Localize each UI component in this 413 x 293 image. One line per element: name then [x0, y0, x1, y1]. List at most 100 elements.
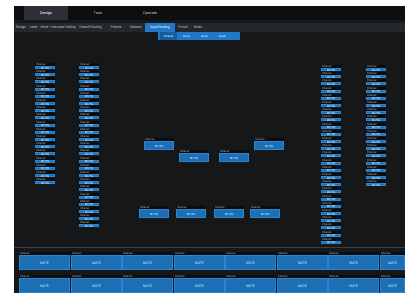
- mute-button[interactable]: MUTE: [79, 130, 99, 134]
- channel-tile[interactable]: Channel MUTE: [35, 163, 55, 170]
- ribbon-tab-preset[interactable]: Preset: [175, 23, 191, 32]
- mute-button[interactable]: MUTE: [366, 132, 386, 136]
- mute-button[interactable]: MUTE: [35, 181, 55, 185]
- channel-tile[interactable]: Channel MUTE: [35, 63, 55, 70]
- mute-button[interactable]: MUTE: [71, 278, 122, 293]
- channel-tile[interactable]: Channel MUTE: [366, 93, 386, 100]
- channel-tile[interactable]: Channel MUTE: [321, 108, 341, 115]
- channel-tile[interactable]: Channel MUTE: [79, 120, 99, 127]
- mute-button[interactable]: MUTE: [35, 102, 55, 106]
- channel-tile[interactable]: Channel MUTE: [277, 252, 328, 270]
- channel-tile[interactable]: Channel MUTE: [214, 206, 244, 218]
- channel-tile[interactable]: Channel MUTE: [79, 156, 99, 163]
- channel-tile[interactable]: Channel MUTE: [321, 93, 341, 100]
- ribbon-tab-label[interactable]: Label: [28, 23, 39, 32]
- channel-tile[interactable]: Channel MUTE: [277, 275, 328, 293]
- mute-button[interactable]: MUTE: [321, 183, 341, 187]
- mute-button[interactable]: MUTE: [366, 68, 386, 72]
- channel-tile[interactable]: Channel MUTE: [71, 275, 122, 293]
- mute-button[interactable]: MUTE: [174, 278, 225, 293]
- channel-tile[interactable]: Channel MUTE: [79, 106, 99, 113]
- mute-button[interactable]: MUTE: [79, 73, 99, 77]
- mute-button[interactable]: MUTE: [79, 145, 99, 149]
- mute-button[interactable]: MUTE: [366, 140, 386, 144]
- channel-tile[interactable]: Channel MUTE: [79, 135, 99, 142]
- mute-button[interactable]: MUTE: [366, 75, 386, 79]
- channel-tile[interactable]: Channel MUTE: [79, 192, 99, 199]
- mute-button[interactable]: MUTE: [321, 140, 341, 144]
- channel-tile[interactable]: Channel MUTE: [35, 91, 55, 98]
- channel-tile[interactable]: Channel MUTE: [35, 127, 55, 134]
- mute-button[interactable]: MUTE: [366, 89, 386, 93]
- mute-button[interactable]: MUTE: [277, 278, 328, 293]
- mute-button[interactable]: MUTE: [35, 145, 55, 149]
- mute-button[interactable]: MUTE: [35, 66, 55, 70]
- mute-button[interactable]: MUTE: [366, 104, 386, 108]
- mute-button[interactable]: MUTE: [328, 255, 379, 270]
- channel-tile[interactable]: Channel MUTE: [321, 158, 341, 165]
- mute-button[interactable]: MUTE: [79, 181, 99, 185]
- channel-tile[interactable]: Channel MUTE: [79, 178, 99, 185]
- mute-button[interactable]: MUTE: [321, 240, 341, 244]
- sub-tab-1[interactable]: Default: [160, 32, 177, 40]
- mute-button[interactable]: MUTE: [366, 176, 386, 180]
- mute-button[interactable]: MUTE: [321, 219, 341, 223]
- mute-button[interactable]: MUTE: [79, 159, 99, 163]
- mute-button[interactable]: MUTE: [321, 104, 341, 108]
- mute-button[interactable]: MUTE: [79, 195, 99, 199]
- ribbon-tab-input-routing[interactable]: Input Routing: [145, 23, 175, 32]
- channel-tile[interactable]: Channel MUTE: [321, 194, 341, 201]
- channel-tile[interactable]: Channel MUTE: [366, 129, 386, 136]
- channel-tile[interactable]: Channel MUTE: [321, 79, 341, 86]
- channel-tile[interactable]: Channel MUTE: [328, 275, 379, 293]
- channel-tile[interactable]: Channel MUTE: [321, 209, 341, 216]
- channel-tile[interactable]: Channel MUTE: [176, 206, 206, 218]
- mute-button[interactable]: MUTE: [321, 190, 341, 194]
- channel-tile[interactable]: Channel MUTE: [35, 135, 55, 142]
- channel-tile[interactable]: Channel MUTE: [321, 129, 341, 136]
- channel-tile[interactable]: Channel MUTE: [79, 142, 99, 149]
- mute-button[interactable]: MUTE: [35, 80, 55, 84]
- channel-tile[interactable]: Channel MUTE: [321, 65, 341, 72]
- mute-button[interactable]: MUTE: [79, 224, 99, 228]
- mute-button[interactable]: MUTE: [122, 278, 173, 293]
- ribbon-tab-presets[interactable]: Presets: [105, 23, 127, 32]
- sub-tab-2[interactable]: Deck: [178, 32, 195, 40]
- mute-button[interactable]: MUTE: [79, 217, 99, 221]
- channel-tile[interactable]: Channel MUTE: [79, 77, 99, 84]
- channel-tile[interactable]: Channel MUTE: [366, 144, 386, 151]
- channel-tile[interactable]: Channel MUTE: [174, 275, 225, 293]
- channel-tile[interactable]: Channel MUTE: [366, 108, 386, 115]
- channel-tile[interactable]: Channel MUTE: [79, 221, 99, 228]
- channel-tile[interactable]: Channel MUTE: [321, 201, 341, 208]
- mute-button[interactable]: MUTE: [35, 159, 55, 163]
- mute-button[interactable]: MUTE: [144, 141, 174, 150]
- channel-tile[interactable]: Channel MUTE: [366, 165, 386, 172]
- mute-button[interactable]: MUTE: [321, 204, 341, 208]
- mute-button[interactable]: MUTE: [225, 278, 276, 293]
- mute-button[interactable]: MUTE: [79, 138, 99, 142]
- mute-button[interactable]: MUTE: [79, 66, 99, 70]
- mute-button[interactable]: MUTE: [35, 73, 55, 77]
- channel-tile[interactable]: Channel MUTE: [321, 165, 341, 172]
- channel-tile[interactable]: Channel MUTE: [79, 149, 99, 156]
- channel-tile[interactable]: Channel MUTE: [225, 275, 276, 293]
- top-tab-tune[interactable]: Tune: [76, 6, 120, 20]
- channel-tile[interactable]: Channel MUTE: [366, 122, 386, 129]
- mute-button[interactable]: MUTE: [366, 161, 386, 165]
- mute-button[interactable]: MUTE: [321, 68, 341, 72]
- channel-tile[interactable]: Channel MUTE: [366, 72, 386, 79]
- mute-button[interactable]: MUTE: [366, 154, 386, 158]
- mute-button[interactable]: MUTE: [225, 255, 276, 270]
- channel-tile[interactable]: Channel MUTE: [219, 150, 249, 162]
- mute-button[interactable]: MUTE: [321, 226, 341, 230]
- mute-button[interactable]: MUTE: [79, 80, 99, 84]
- channel-tile[interactable]: Channel MUTE: [321, 223, 341, 230]
- channel-tile[interactable]: Channel MUTE: [79, 113, 99, 120]
- mute-button[interactable]: MUTE: [35, 123, 55, 127]
- mute-button[interactable]: MUTE: [321, 176, 341, 180]
- mute-button[interactable]: MUTE: [321, 147, 341, 151]
- channel-tile[interactable]: Channel MUTE: [366, 151, 386, 158]
- channel-tile[interactable]: Channel MUTE: [35, 120, 55, 127]
- channel-tile[interactable]: Channel MUTE: [366, 173, 386, 180]
